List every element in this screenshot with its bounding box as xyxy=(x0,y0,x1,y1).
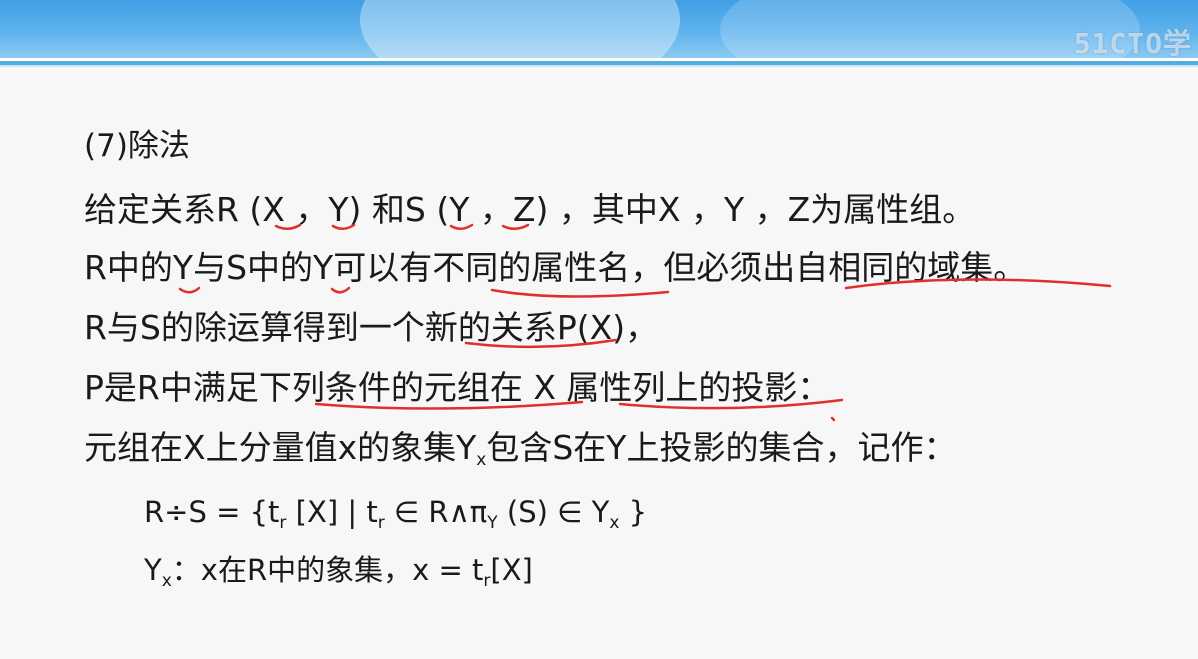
image-set-condition-line: 元组在X上分量值x的象集Yx包含S在Y上投影的集合，记作： xyxy=(84,428,957,470)
projection-definition-line: P是R中满足下列条件的元组在 X 属性列上的投影： xyxy=(84,368,831,407)
underline-attr-name xyxy=(490,288,670,298)
image-set-formula: Yx：x在R中的象集，x = tr[X] xyxy=(144,552,533,591)
section-title: (7)除法 xyxy=(84,128,190,164)
condition-text-end: 包含S在Y上投影的集合，记作： xyxy=(486,428,957,467)
condition-text-start: 元组在X上分量值x的象集Y xyxy=(84,428,477,467)
formula-part: (S) ∈ Y xyxy=(497,495,610,529)
formula-part: Y xyxy=(144,553,162,587)
slide-header-band: 51CTO学 xyxy=(0,0,1198,58)
formula-part: [X] xyxy=(490,553,533,587)
watermark-logo: 51CTO学 xyxy=(1073,27,1192,58)
division-result-line: R与S的除运算得到一个新的关系P(X)， xyxy=(84,308,659,347)
formula-part: } xyxy=(619,495,648,529)
formula-part: ：x在R中的象集，x = t xyxy=(171,553,484,587)
condition-subscript: x xyxy=(476,450,487,470)
formula-subscript: r xyxy=(377,513,385,533)
formula-part: R÷S = {t xyxy=(144,495,280,529)
formula-subscript: x xyxy=(609,513,620,533)
division-formula: R÷S = {tr [X] | tr ∈ R∧πY (S) ∈ Yx } xyxy=(144,494,648,533)
underline-y3 xyxy=(178,286,201,294)
formula-part: ∈ R∧π xyxy=(384,495,488,529)
given-relations-line: 给定关系R (X ，Y) 和S (Y ，Z) ，其中X ，Y ，Z为属性组。 xyxy=(84,190,976,229)
annotation-dot xyxy=(830,416,836,422)
header-glow xyxy=(360,0,680,58)
formula-subscript: x xyxy=(161,571,172,591)
header-divider-light xyxy=(0,65,1198,67)
formula-part: [X] | t xyxy=(286,495,378,529)
formula-subscript: Y xyxy=(487,513,498,533)
underline-y4 xyxy=(330,286,351,294)
attribute-domain-line: R中的Y与S中的Y可以有不同的属性名，但必须出自相同的域集。 xyxy=(84,248,1027,287)
